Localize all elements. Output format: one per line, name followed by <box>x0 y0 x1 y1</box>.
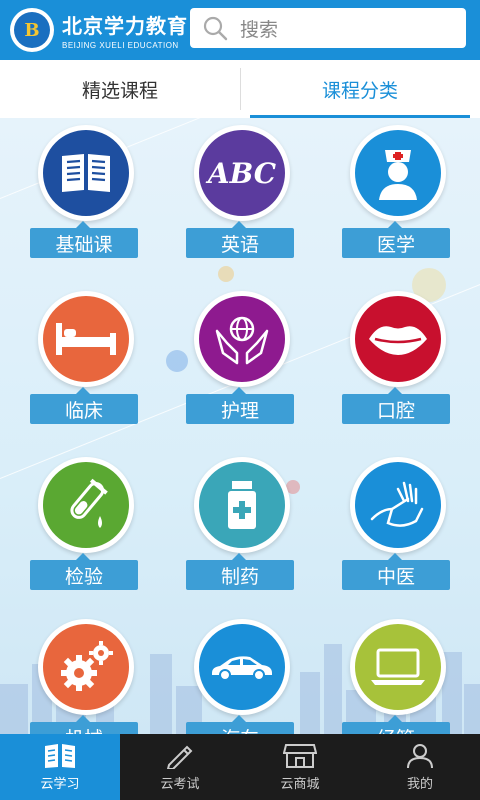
gears-icon <box>61 641 113 691</box>
tab-divider <box>240 68 241 110</box>
nurse-icon <box>379 150 417 200</box>
logo-mark: B <box>14 12 50 48</box>
nav-label: 云商城 <box>280 776 320 792</box>
tab-featured-courses[interactable]: 精选课程 <box>0 60 240 118</box>
brand: 北京学力教育 BEIJING XUELI EDUCATION <box>62 10 188 50</box>
category-nursing[interactable]: 护理 <box>186 286 300 426</box>
category-label: 口腔 <box>342 387 450 424</box>
nav-cloud-learning[interactable]: 云学习 <box>0 734 120 800</box>
lips-icon <box>369 326 427 355</box>
app-header: B 北京学力教育 BEIJING XUELI EDUCATION 搜索 <box>0 0 480 60</box>
nav-label: 我的 <box>406 776 433 792</box>
category-circle: ABC <box>194 125 290 221</box>
pulse-hand-icon <box>370 481 424 527</box>
brand-subtitle: BEIJING XUELI EDUCATION <box>62 41 179 50</box>
app-logo[interactable]: B <box>10 8 54 52</box>
category-circle <box>38 457 134 553</box>
category-basic[interactable]: 基础课 <box>30 120 144 260</box>
category-automotive[interactable]: 汽车 <box>186 614 300 734</box>
decor-dot <box>218 266 234 282</box>
category-label: 机械 <box>30 715 138 734</box>
category-circle <box>350 619 446 715</box>
category-label: 护理 <box>186 387 294 424</box>
laptop-icon <box>371 648 425 685</box>
nav-label: 云考试 <box>160 776 200 792</box>
medicine-bottle-icon <box>228 481 256 529</box>
category-circle <box>350 457 446 553</box>
category-circle <box>38 125 134 221</box>
car-icon <box>212 656 272 681</box>
pen-icon <box>166 745 193 769</box>
nav-label: 云学习 <box>40 776 80 792</box>
category-pharmacy[interactable]: 制药 <box>186 452 300 592</box>
hands-globe-icon <box>215 316 269 365</box>
search-bar[interactable]: 搜索 <box>190 8 466 48</box>
tab-course-categories[interactable]: 课程分类 <box>240 60 480 118</box>
category-dental[interactable]: 口腔 <box>342 286 456 426</box>
decor-dot <box>166 350 188 372</box>
category-circle <box>350 125 446 221</box>
category-circle <box>194 291 290 387</box>
category-lab-testing[interactable]: 检验 <box>30 452 144 592</box>
category-label: 中医 <box>342 553 450 590</box>
category-chinese-medicine[interactable]: 中医 <box>342 452 456 592</box>
user-icon <box>407 743 433 768</box>
category-medicine[interactable]: 医学 <box>342 120 456 260</box>
book-open-icon <box>45 743 75 768</box>
book-icon <box>62 154 110 192</box>
category-mechanical[interactable]: 机械 <box>30 614 144 734</box>
abc-icon: ABC <box>207 156 277 190</box>
bottom-nav: 云学习 云考试 云商城 我的 <box>0 734 480 800</box>
category-label: 经管 <box>342 715 450 734</box>
category-circle <box>350 291 446 387</box>
nav-cloud-store[interactable]: 云商城 <box>240 734 360 800</box>
category-business[interactable]: 经管 <box>342 614 456 734</box>
category-circle <box>194 457 290 553</box>
nav-profile[interactable]: 我的 <box>360 734 480 800</box>
category-circle <box>194 619 290 715</box>
category-label: 医学 <box>342 221 450 258</box>
nav-cloud-exam[interactable]: 云考试 <box>120 734 240 800</box>
category-grid-area: 基础课 ABC 英语 医学 临床 护理 口腔 检验 制药 中医 <box>0 118 480 734</box>
search-input[interactable]: 搜索 <box>240 15 278 42</box>
store-icon <box>283 743 317 768</box>
category-english[interactable]: ABC 英语 <box>186 120 300 260</box>
category-circle <box>38 619 134 715</box>
category-label: 制药 <box>186 553 294 590</box>
search-icon <box>203 16 228 41</box>
category-label: 汽车 <box>186 715 294 734</box>
category-clinical[interactable]: 临床 <box>30 286 144 426</box>
bed-icon <box>56 323 116 355</box>
category-circle <box>38 291 134 387</box>
test-tube-icon <box>70 478 108 528</box>
category-label: 基础课 <box>30 221 138 258</box>
category-label: 检验 <box>30 553 138 590</box>
category-label: 临床 <box>30 387 138 424</box>
brand-name: 北京学力教育 <box>62 14 188 38</box>
category-label: 英语 <box>186 221 294 258</box>
